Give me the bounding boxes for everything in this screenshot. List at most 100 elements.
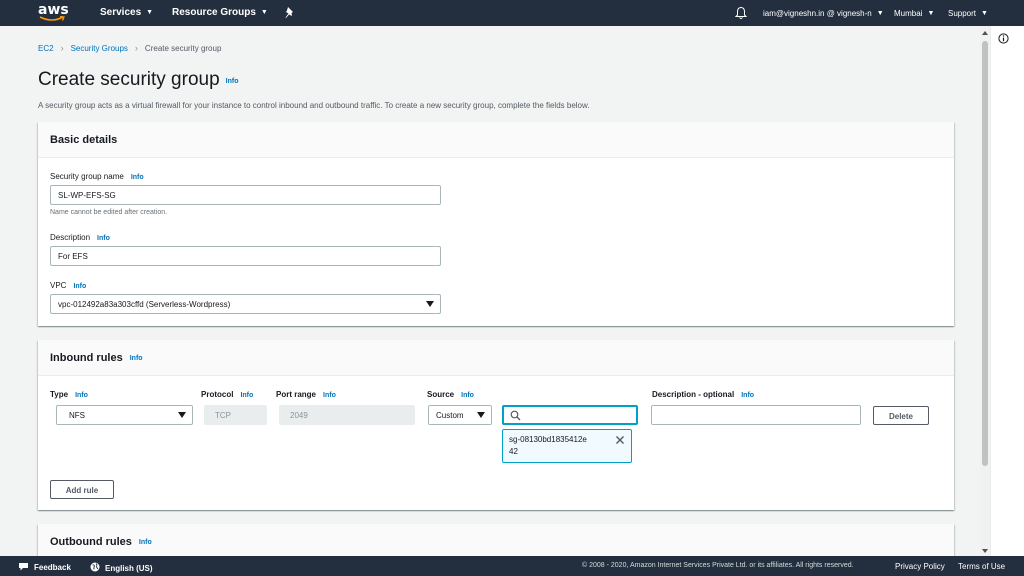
inbound-rules-title: Inbound rules xyxy=(50,352,123,364)
region-label: Mumbai xyxy=(894,9,923,18)
account-label: iam@vigneshn.in @ vignesh-n xyxy=(763,9,872,18)
outbound-rules-title: Outbound rules xyxy=(50,536,132,548)
port-range-column-label: Port range Info xyxy=(276,390,336,399)
region-menu[interactable]: Mumbai ▼ xyxy=(894,9,934,18)
description-label: Description Info xyxy=(50,233,110,242)
type-select-value: NFS xyxy=(69,411,85,420)
source-column-label: Source Info xyxy=(427,390,474,399)
terms-of-use-link[interactable]: Terms of Use xyxy=(958,562,1005,571)
account-menu[interactable]: iam@vigneshn.in @ vignesh-n ▼ xyxy=(763,9,884,18)
source-type-value: Custom xyxy=(436,411,464,420)
copyright-text: © 2008 - 2020, Amazon Internet Services … xyxy=(582,562,854,569)
page-title: Create security group Info xyxy=(38,69,238,91)
port-range-column-label-text: Port range xyxy=(276,390,317,399)
main-content: EC2 › Security Groups › Create security grou… xyxy=(0,26,980,556)
caret-down-icon xyxy=(426,301,434,307)
port-range-info-link[interactable]: Info xyxy=(323,392,336,399)
chevron-down-icon: ▼ xyxy=(981,10,988,17)
source-type-select[interactable]: Custom xyxy=(428,405,492,425)
caret-down-icon xyxy=(477,412,485,418)
scrollbar-thumb[interactable] xyxy=(982,41,988,466)
type-column-label: Type Info xyxy=(50,390,88,399)
aws-logo[interactable]: aws xyxy=(38,2,69,24)
protocol-info-link[interactable]: Info xyxy=(240,392,253,399)
basic-details-title: Basic details xyxy=(50,134,118,146)
chevron-down-icon: ▼ xyxy=(260,9,268,16)
globe-icon xyxy=(90,562,100,572)
breadcrumb-ec2[interactable]: EC2 xyxy=(38,44,54,53)
vpc-select[interactable]: vpc-012492a83a303cffd (Serverless-Wordpr… xyxy=(50,294,441,314)
vpc-label: VPC Info xyxy=(50,281,86,290)
description-optional-label-text: Description - optional xyxy=(652,390,735,399)
basic-details-card: Basic details Security group name Info SL… xyxy=(38,122,954,326)
caret-down-icon xyxy=(178,412,186,418)
security-group-name-label: Security group name Info xyxy=(50,172,144,181)
protocol-value: TCP xyxy=(215,411,231,420)
protocol-column-label: Protocol Info xyxy=(201,390,253,399)
description-label-text: Description xyxy=(50,233,91,242)
page-title-text: Create security group xyxy=(38,69,220,90)
type-info-link[interactable]: Info xyxy=(75,392,88,399)
services-label: Services xyxy=(100,7,142,18)
outbound-rules-header: Outbound rules Info xyxy=(38,524,954,556)
delete-rule-button[interactable]: Delete xyxy=(873,406,929,425)
inbound-rules-card: Inbound rules Info Type Info Protocol Info … xyxy=(38,340,954,510)
resource-groups-label: Resource Groups xyxy=(172,7,256,18)
type-select[interactable]: NFS xyxy=(56,405,193,425)
scroll-down-arrow-icon[interactable] xyxy=(982,549,988,553)
chevron-down-icon: ▼ xyxy=(146,9,154,16)
language-label: English (US) xyxy=(105,564,153,573)
basic-details-header: Basic details xyxy=(38,122,954,158)
inbound-rules-info-link[interactable]: Info xyxy=(130,355,143,362)
outbound-rules-card: Outbound rules Info xyxy=(38,524,954,556)
port-range-value: 2049 xyxy=(290,411,308,420)
top-navigation-bar: aws Services ▼ Resource Groups ▼ iam@vigne… xyxy=(0,0,1024,26)
services-menu[interactable]: Services ▼ xyxy=(100,7,153,18)
add-rule-button[interactable]: Add rule xyxy=(50,480,114,499)
protocol-input: TCP xyxy=(204,405,267,425)
breadcrumb: EC2 › Security Groups › Create security grou… xyxy=(38,43,221,53)
help-panel-rail xyxy=(990,26,1024,556)
page-scrollbar[interactable] xyxy=(980,26,990,556)
source-search-input[interactable] xyxy=(502,405,638,425)
breadcrumb-security-groups[interactable]: Security Groups xyxy=(71,44,128,53)
search-icon xyxy=(510,410,521,421)
close-icon[interactable] xyxy=(615,435,625,445)
vpc-label-text: VPC xyxy=(50,281,67,290)
protocol-column-label-text: Protocol xyxy=(201,390,234,399)
security-group-name-label-text: Security group name xyxy=(50,172,124,181)
source-info-link[interactable]: Info xyxy=(461,392,474,399)
description-optional-info-link[interactable]: Info xyxy=(741,392,754,399)
resource-groups-menu[interactable]: Resource Groups ▼ xyxy=(172,7,268,18)
vpc-info-link[interactable]: Info xyxy=(73,283,86,290)
security-group-name-hint: Name cannot be edited after creation. xyxy=(50,209,168,216)
privacy-policy-link[interactable]: Privacy Policy xyxy=(895,562,945,571)
language-selector[interactable]: English (US) xyxy=(90,562,153,573)
page-title-info-link[interactable]: Info xyxy=(226,78,239,85)
inbound-rules-header: Inbound rules Info xyxy=(38,340,954,376)
scroll-up-arrow-icon[interactable] xyxy=(982,31,988,35)
rule-description-input[interactable] xyxy=(651,405,861,425)
outbound-rules-info-link[interactable]: Info xyxy=(139,539,152,546)
aws-smile-icon xyxy=(39,16,65,21)
source-column-label-text: Source xyxy=(427,390,455,399)
description-info-link[interactable]: Info xyxy=(97,235,110,242)
notification-bell-icon[interactable] xyxy=(735,6,747,20)
security-group-name-input[interactable]: SL-WP-EFS-SG xyxy=(50,185,441,205)
feedback-link[interactable]: Feedback xyxy=(18,562,71,572)
feedback-label: Feedback xyxy=(34,563,71,572)
chevron-down-icon: ▼ xyxy=(927,10,935,17)
footer-bar: Feedback English (US) © 2008 - 2020, Ama… xyxy=(0,556,1024,576)
support-menu[interactable]: Support ▼ xyxy=(948,9,988,18)
token-text-line-1: sg-08130bd1835412e xyxy=(509,435,587,444)
security-group-name-info-link[interactable]: Info xyxy=(131,174,144,181)
support-label: Support xyxy=(948,9,977,18)
page-description: A security group acts as a virtual firew… xyxy=(38,101,590,110)
chevron-right-icon: › xyxy=(134,43,138,53)
chevron-down-icon: ▼ xyxy=(876,10,884,17)
pin-icon[interactable] xyxy=(284,6,296,20)
breadcrumb-current: Create security group xyxy=(144,44,222,53)
info-circle-icon[interactable] xyxy=(998,33,1009,44)
vpc-select-value: vpc-012492a83a303cffd (Serverless-Wordpr… xyxy=(58,300,231,309)
description-input[interactable]: For EFS xyxy=(50,246,441,266)
